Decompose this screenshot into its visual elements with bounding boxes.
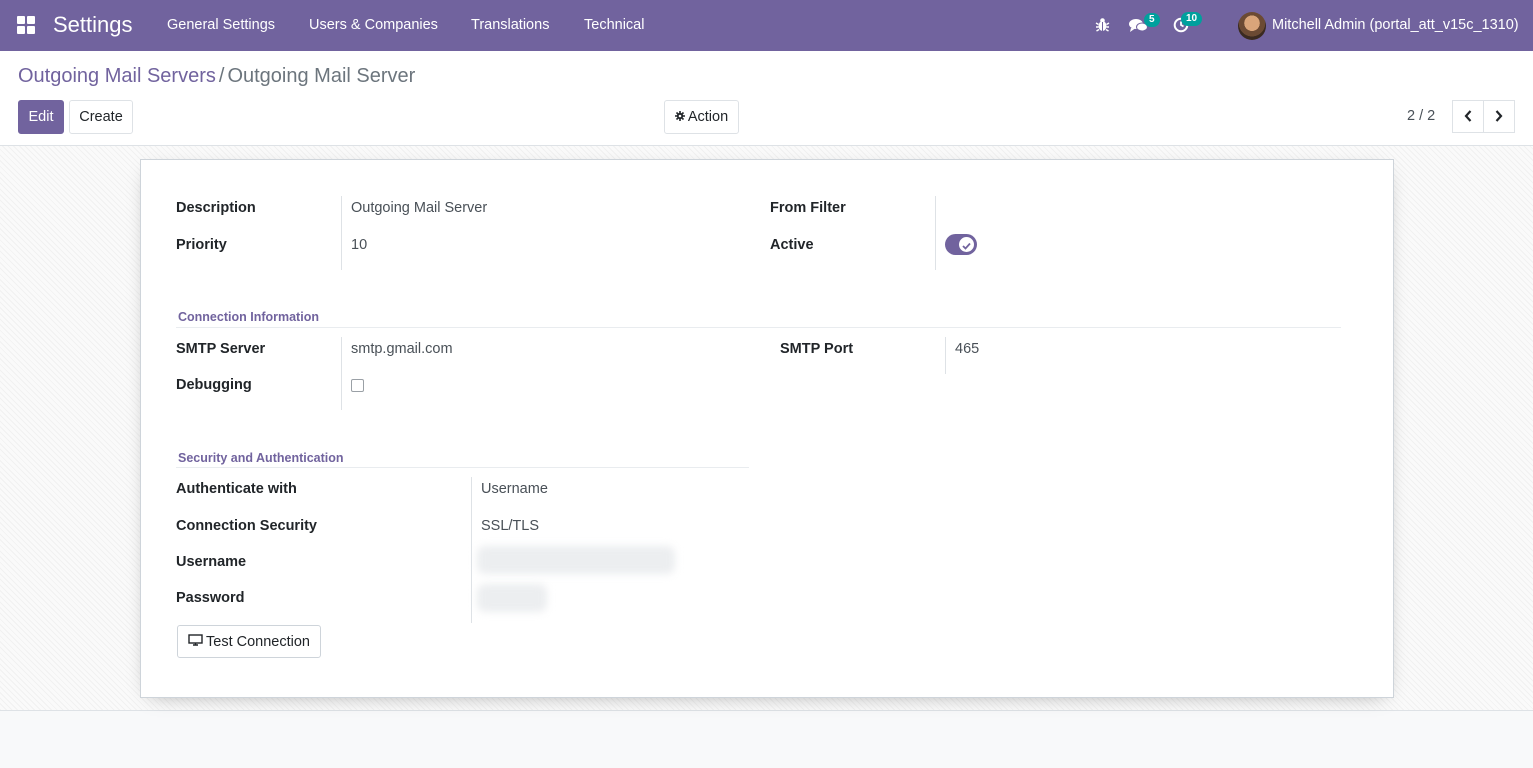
menu-users-companies[interactable]: Users & Companies: [309, 17, 438, 33]
password-label: Password: [176, 590, 245, 606]
test-connection-button[interactable]: Test Connection: [177, 625, 321, 658]
active-toggle[interactable]: [945, 234, 977, 255]
chevron-left-icon: [1464, 109, 1472, 125]
smtp-port-field[interactable]: 465: [955, 341, 979, 357]
user-avatar[interactable]: [1238, 12, 1266, 40]
app-brand[interactable]: Settings: [53, 12, 133, 38]
authenticate-with-label: Authenticate with: [176, 481, 297, 497]
authenticate-with-field[interactable]: Username: [481, 481, 548, 497]
activities-count-badge: 10: [1181, 12, 1203, 26]
active-label: Active: [770, 237, 814, 253]
label-divider: [341, 196, 342, 270]
description-field[interactable]: Outgoing Mail Server: [351, 200, 487, 216]
pager-value[interactable]: 2 / 2: [1407, 108, 1435, 124]
smtp-server-field[interactable]: smtp.gmail.com: [351, 341, 453, 357]
section-divider: [176, 467, 749, 468]
description-label: Description: [176, 200, 256, 216]
breadcrumb-separator: /: [218, 65, 225, 87]
label-divider: [935, 196, 936, 270]
breadcrumb-current: Outgoing Mail Server: [227, 65, 416, 87]
password-field-redacted[interactable]: [477, 584, 547, 612]
edit-button[interactable]: Edit: [18, 100, 64, 134]
section-divider: [176, 327, 1341, 328]
action-dropdown-button[interactable]: Action: [664, 100, 739, 134]
menu-general-settings[interactable]: General Settings: [167, 17, 275, 33]
action-label: Action: [687, 109, 729, 125]
label-divider: [945, 337, 946, 374]
breadcrumb: Outgoing Mail Servers / Outgoing Mail Serv…: [18, 65, 415, 88]
pager-previous-button[interactable]: [1452, 100, 1484, 133]
debug-bug-icon[interactable]: [1095, 17, 1110, 36]
menu-technical[interactable]: Technical: [584, 17, 644, 33]
username-label: Username: [176, 554, 247, 570]
chevron-right-icon: [1495, 109, 1503, 125]
smtp-port-label: SMTP Port: [780, 341, 854, 357]
security-auth-section-title: Security and Authentication: [178, 451, 344, 465]
connection-security-field[interactable]: SSL/TLS: [481, 518, 539, 534]
checkmark-icon: [962, 237, 971, 253]
control-panel: Outgoing Mail Servers / Outgoing Mail Serv…: [0, 51, 1533, 146]
priority-label: Priority: [176, 237, 227, 253]
from-filter-label: From Filter: [770, 200, 846, 216]
label-divider: [341, 337, 342, 410]
menu-translations[interactable]: Translations: [471, 17, 549, 33]
username-field-redacted[interactable]: [477, 546, 675, 574]
connection-security-label: Connection Security: [176, 518, 317, 534]
apps-menu-icon[interactable]: [17, 16, 35, 34]
form-sheet: Description Outgoing Mail Server Priorit…: [140, 159, 1394, 698]
gear-icon: [674, 109, 685, 125]
test-connection-label: Test Connection: [206, 633, 310, 650]
connection-info-section-title: Connection Information: [178, 310, 319, 324]
top-navbar: Settings General Settings Users & Compan…: [0, 0, 1533, 51]
toggle-knob: [959, 237, 974, 252]
priority-field[interactable]: 10: [351, 237, 367, 253]
smtp-server-label: SMTP Server: [176, 341, 266, 357]
messages-count-badge: 5: [1144, 13, 1160, 27]
debugging-label: Debugging: [176, 377, 252, 393]
label-divider: [471, 477, 472, 623]
create-button[interactable]: Create: [69, 100, 133, 134]
breadcrumb-parent-link[interactable]: Outgoing Mail Servers: [18, 65, 216, 87]
debugging-checkbox[interactable]: [351, 379, 364, 392]
create-button-label: Create: [79, 109, 123, 125]
user-menu-name[interactable]: Mitchell Admin (portal_att_v15c_1310): [1272, 17, 1519, 33]
pager-next-button[interactable]: [1483, 100, 1515, 133]
monitor-icon: [188, 633, 203, 650]
